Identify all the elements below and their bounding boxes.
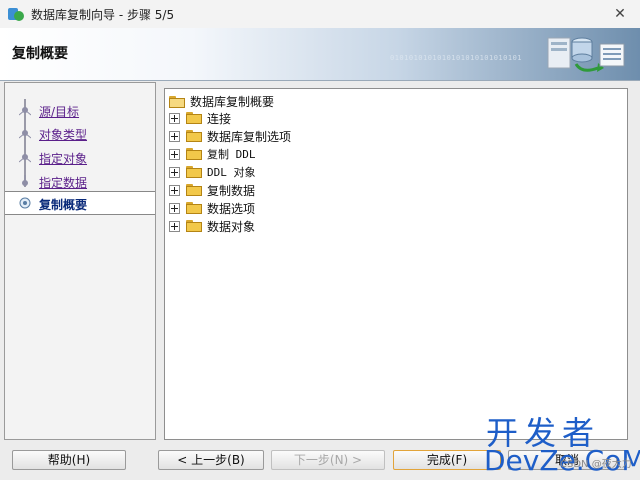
tree-root[interactable]: 数据库复制概要 — [169, 93, 274, 110]
tree-node-label: 数据对象 — [207, 219, 256, 234]
step-specify-data[interactable]: 指定数据 — [5, 170, 155, 192]
step-node-icon — [19, 154, 31, 163]
folder-icon — [186, 220, 202, 232]
tree-node-label: 数据库复制选项 — [207, 129, 292, 144]
tree-node[interactable]: 复制 DDL — [169, 145, 256, 163]
expand-icon[interactable] — [169, 148, 180, 160]
app-icon — [8, 6, 24, 22]
tree-node[interactable]: 数据选项 — [169, 199, 255, 217]
binary-decoration: 0101010101010101010101010101 — [390, 54, 523, 62]
expand-icon[interactable] — [169, 166, 180, 178]
folder-icon — [186, 166, 202, 178]
tree-node[interactable]: 复制数据 — [169, 181, 255, 199]
expand-icon[interactable] — [169, 184, 180, 196]
tree-node[interactable]: DDL 对象 — [169, 163, 256, 181]
step-node-icon — [22, 175, 28, 186]
tree-node-label: 连接 — [207, 111, 232, 126]
step-node-icon — [19, 107, 31, 116]
expand-icon[interactable] — [169, 130, 180, 142]
step-label[interactable]: 对象类型 — [39, 126, 87, 143]
folder-icon — [186, 130, 202, 142]
tree-root-label: 数据库复制概要 — [190, 95, 275, 109]
tree-node[interactable]: 连接 — [169, 109, 231, 127]
close-icon[interactable]: ✕ — [610, 4, 630, 24]
tree-node-label: 数据选项 — [207, 201, 256, 216]
help-button[interactable]: 帮助(H) — [12, 450, 126, 470]
step-copy-summary[interactable]: 复制概要 — [5, 191, 155, 215]
finish-button[interactable]: 完成(F) — [393, 450, 501, 470]
summary-tree-panel: 数据库复制概要 连接 数据库复制选项 复制 DDL DDL 对象 复制数据 数据… — [164, 88, 628, 440]
window-title: 数据库复制向导 - 步骤 5/5 — [31, 7, 175, 22]
next-button[interactable]: 下一步(N) > — [271, 450, 385, 470]
tree-node-label: 复制数据 — [207, 183, 256, 198]
tree-node[interactable]: 数据库复制选项 — [169, 127, 291, 145]
steps-sidebar: 源/目标 对象类型 指定对象 指定数据 复制概要 — [4, 82, 156, 440]
title-bar: 数据库复制向导 - 步骤 5/5 ✕ — [0, 0, 640, 28]
step-source-target[interactable]: 源/目标 — [5, 99, 155, 121]
wizard-header: 复制概要 0101010101010101010101010101 — [0, 28, 640, 81]
step-object-types[interactable]: 对象类型 — [5, 122, 155, 144]
step-label[interactable]: 指定对象 — [39, 150, 87, 167]
current-step-icon — [19, 197, 31, 209]
database-copy-icon — [547, 37, 625, 72]
back-button[interactable]: < 上一步(B) — [158, 450, 264, 470]
step-node-icon — [19, 130, 31, 139]
step-specify-objects[interactable]: 指定对象 — [5, 146, 155, 168]
page-title: 复制概要 — [12, 46, 68, 62]
expand-icon[interactable] — [169, 202, 180, 214]
folder-icon — [186, 202, 202, 214]
step-label[interactable]: 复制概要 — [39, 196, 87, 213]
csdn-credit: CSDN @夜大力 — [560, 459, 632, 470]
tree-node[interactable]: 数据对象 — [169, 217, 255, 235]
open-folder-icon — [169, 95, 185, 108]
step-label[interactable]: 指定数据 — [39, 174, 87, 191]
expand-icon[interactable] — [169, 220, 180, 232]
folder-icon — [186, 148, 202, 160]
tree-node-label: 复制 DDL — [207, 148, 256, 161]
folder-icon — [186, 184, 202, 196]
step-label[interactable]: 源/目标 — [39, 103, 79, 120]
tree-node-label: DDL 对象 — [207, 166, 256, 179]
folder-icon — [186, 112, 202, 124]
expand-icon[interactable] — [169, 112, 180, 124]
